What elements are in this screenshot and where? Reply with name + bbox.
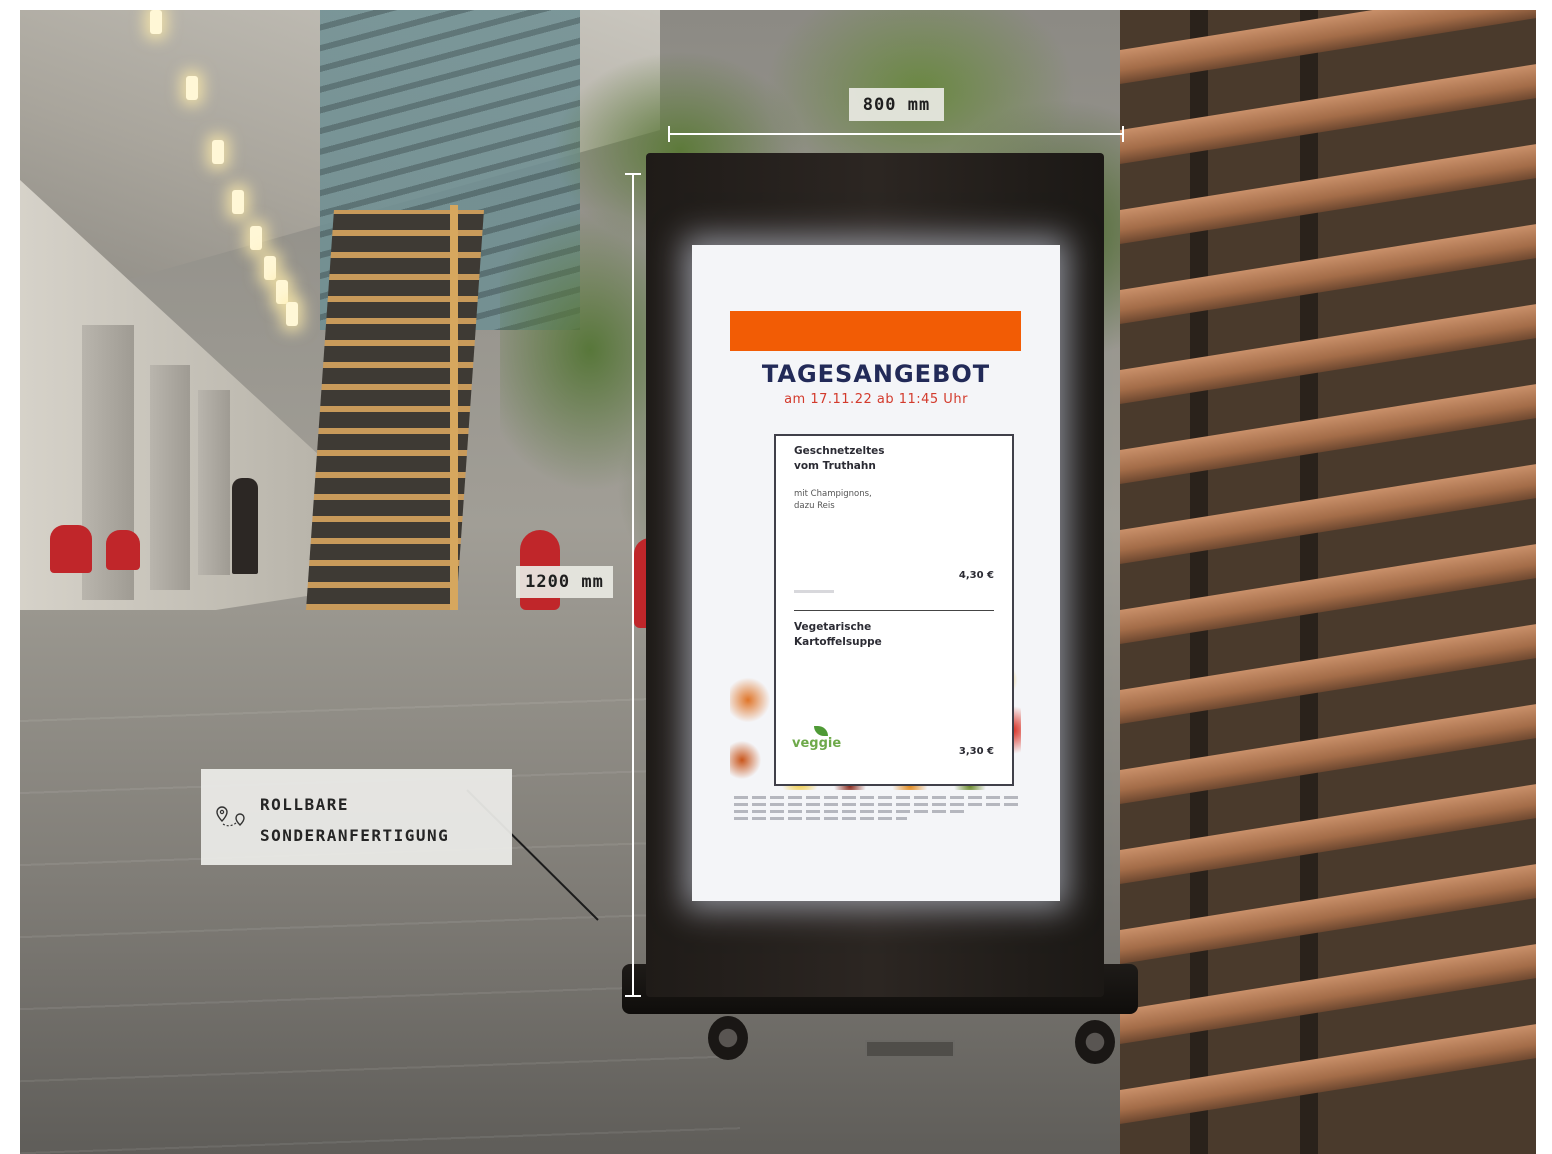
faint-note [794,590,834,593]
callout-line-2: SONDERANFERTIGUNG [260,826,450,845]
route-pin-icon [216,806,245,827]
dish-name: Geschnetzeltes vom Truthahn [794,445,885,472]
red-chair [50,525,92,573]
width-dimension-line [668,133,1124,135]
height-dimension-label: 1200 mm [516,566,613,598]
caster-wheel [708,1016,748,1060]
leaf-icon [814,726,828,736]
person [232,478,258,574]
stair-railing [450,205,458,615]
dish-name: Vegetarische Kartoffelsuppe [794,621,882,648]
caster-wheel [1075,1020,1115,1064]
callout-line-1: ROLLBARE [260,795,350,814]
dish-price: 3,30 € [958,746,994,757]
callout-text: ROLLBARE SONDERANFERTIGUNG [260,789,500,851]
width-dimension-cap [668,126,670,142]
digital-signage-screen: TAGESANGEBOT am 17.11.22 ab 11:45 Uhr Ge… [692,245,1060,901]
veggie-badge: veggie [792,736,842,751]
allergen-footnotes [734,796,1022,824]
floor-outlet [865,1040,955,1058]
height-dimension-cap [625,995,641,997]
header-bar [730,311,1021,351]
dish-description: mit Champignons, dazu Reis [794,489,872,511]
height-dimension-line [632,173,634,997]
screen-title: TAGESANGEBOT [761,360,991,388]
dish-price: 4,30 € [958,570,994,581]
width-dimension-cap [1122,126,1124,142]
screen-subtitle: am 17.11.22 ab 11:45 Uhr [784,392,968,407]
red-chair [106,530,140,570]
width-dimension-label: 800 mm [849,88,944,121]
callout-box: ROLLBARE SONDERANFERTIGUNG [201,769,512,865]
pillar [150,365,190,590]
ceiling-lights [150,10,350,350]
pillar [198,390,230,575]
divider [794,610,994,611]
menu-card: Geschnetzeltes vom Truthahn mit Champign… [774,434,1014,786]
wooden-slat-wall [1120,10,1536,1154]
height-dimension-cap [625,173,641,175]
